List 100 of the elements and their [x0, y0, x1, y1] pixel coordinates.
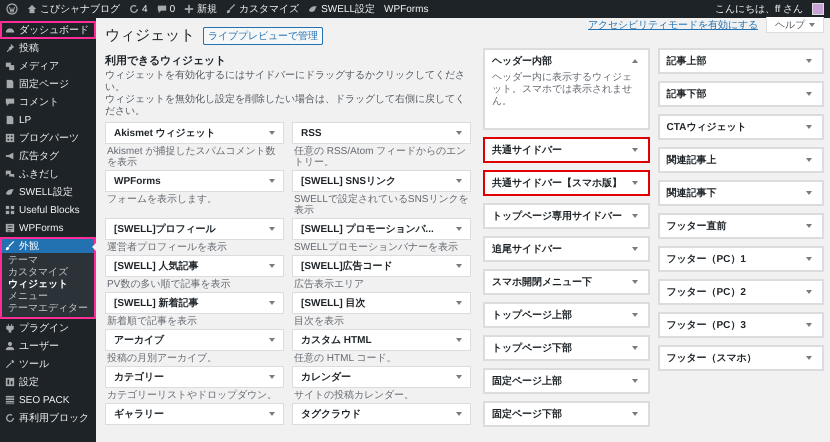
caret-icon: [806, 191, 812, 195]
menu-item[interactable]: 再利用ブロック: [2, 411, 94, 425]
widget-item[interactable]: アーカイブ: [105, 329, 284, 351]
menu-item[interactable]: SWELL設定: [2, 185, 94, 199]
widget-description: SWELLで設定されているSNSリンクを表示: [293, 192, 470, 216]
caret-icon: [632, 148, 638, 152]
user-icon: [5, 341, 15, 351]
widget-area[interactable]: トップページ専用サイドバー: [483, 203, 650, 229]
menu-item[interactable]: WPForms: [2, 221, 94, 235]
live-preview-button[interactable]: ライブプレビューで管理: [203, 26, 323, 44]
menu-item[interactable]: ブログパーツ: [2, 131, 94, 145]
widget-item[interactable]: RSS: [292, 122, 471, 144]
widget-area[interactable]: フッター直前: [658, 213, 824, 239]
widget-item[interactable]: Akismet ウィジェット: [105, 122, 284, 144]
caret-icon: [269, 375, 275, 379]
toolbar-link[interactable]: 新規: [197, 2, 218, 16]
widget-area[interactable]: 共通サイドバー: [483, 137, 650, 163]
widget-item[interactable]: タグクラウド: [292, 403, 471, 425]
widget-item[interactable]: [SWELL]プロフィール: [105, 218, 284, 240]
widget-area[interactable]: フッター（スマホ）: [658, 345, 824, 371]
help-tab[interactable]: ヘルプ: [766, 17, 824, 33]
menu-item[interactable]: SEO PACK: [2, 393, 94, 407]
widget-area[interactable]: スマホ開閉メニュー下: [483, 269, 650, 295]
widget-area[interactable]: 関連記事下: [658, 180, 824, 206]
menu-item[interactable]: コメント: [2, 95, 94, 109]
widget-area[interactable]: フッター（PC）2: [658, 279, 824, 305]
widget-area[interactable]: 記事上部: [658, 48, 824, 74]
widget-item[interactable]: ギャラリー: [105, 403, 284, 425]
menu-item[interactable]: 固定ページ: [2, 77, 94, 91]
widget-item[interactable]: カレンダー: [292, 366, 471, 388]
menu-item[interactable]: 設定: [2, 375, 94, 389]
widget-area[interactable]: フッター（PC）1: [658, 246, 824, 272]
grid-icon: [5, 133, 15, 143]
widget-area[interactable]: トップページ下部: [483, 335, 650, 361]
toolbar-link[interactable]: SWELL設定: [321, 2, 376, 16]
toolbar-link[interactable]: 0: [170, 4, 176, 14]
menu-item[interactable]: 外観: [2, 239, 94, 253]
toolbar-link[interactable]: WPForms: [384, 4, 428, 14]
widget-description: SWELLプロモーションバナーを表示: [293, 240, 459, 253]
widget-item[interactable]: WPForms: [105, 170, 284, 192]
widget-item[interactable]: カテゴリー: [105, 366, 284, 388]
menu-item[interactable]: 投稿: [2, 41, 94, 55]
widget-item[interactable]: [SWELL] SNSリンク: [292, 170, 471, 192]
widget-area[interactable]: 共通サイドバー【スマホ版】: [483, 170, 650, 196]
widget-item[interactable]: [SWELL]広告コード: [292, 255, 471, 277]
widget-area[interactable]: トップページ上部: [483, 302, 650, 328]
menu-item[interactable]: ユーザー: [2, 339, 94, 353]
speech-bubbles-icon: [5, 169, 15, 179]
widget-item[interactable]: [SWELL] 人気記事: [105, 255, 284, 277]
toolbar-link[interactable]: こびシャナブログ: [40, 2, 120, 16]
brush-icon: [226, 4, 236, 14]
widget-area[interactable]: 固定ページ下部: [483, 401, 650, 427]
toolbar-link[interactable]: 4: [142, 4, 148, 14]
widget-area-title: フッター直前: [666, 220, 726, 233]
menu-item[interactable]: 広告タグ: [2, 149, 94, 163]
menu-item[interactable]: ふきだし: [2, 167, 94, 181]
widget-item[interactable]: [SWELL] プロモーションバ...: [292, 218, 471, 240]
widget-area-title: トップページ上部: [492, 308, 572, 322]
widget-area[interactable]: 追尾サイドバー: [483, 236, 650, 262]
caret-icon: [456, 227, 462, 231]
widget-area-title: 共通サイドバー: [492, 144, 562, 157]
widget-item[interactable]: カスタム HTML: [292, 329, 471, 351]
widget-item[interactable]: [SWELL] 新着記事: [105, 292, 284, 314]
caret-icon: [806, 290, 812, 294]
widget-description: サイトの投稿カレンダー。: [293, 388, 415, 401]
toolbar-link[interactable]: カスタマイズ: [239, 2, 300, 16]
menu-item[interactable]: ダッシュボード: [2, 23, 94, 37]
accessibility-mode-link[interactable]: アクセシビリティモードを有効にする: [588, 18, 758, 32]
widget-area[interactable]: CTAウィジェット: [658, 114, 824, 140]
widget-area[interactable]: 関連記事上: [658, 147, 824, 173]
submenu-item[interactable]: テーマ: [2, 255, 94, 267]
plug-icon: [5, 323, 15, 333]
menu-item[interactable]: ツール: [2, 357, 94, 371]
caret-icon: [269, 227, 275, 231]
widget-area[interactable]: 記事下部: [658, 81, 824, 107]
menu-item[interactable]: メディア: [2, 59, 94, 73]
submenu-item[interactable]: テーマエディター: [2, 303, 94, 315]
widget-description: 投稿の月別アーカイブ。: [106, 352, 218, 364]
submenu-item[interactable]: メニュー: [2, 291, 94, 303]
menu-item[interactable]: プラグイン: [2, 321, 94, 335]
menu-item[interactable]: Useful Blocks: [2, 203, 94, 217]
caret-icon: [456, 338, 462, 342]
widget-description: 任意の RSS/Atom フィードからのエントリー。: [293, 144, 468, 168]
widget-area[interactable]: ヘッダー内部 ヘッダー内に表示するウィジェット。スマホでは表示されません。: [483, 48, 650, 130]
logo-icon[interactable]: [6, 3, 18, 15]
widget-item[interactable]: [SWELL] 目次: [292, 292, 471, 314]
greeting-text[interactable]: こんにちは、ff さん: [714, 2, 803, 16]
list-icon: [5, 395, 15, 405]
submenu-item[interactable]: カスタマイズ: [2, 267, 94, 279]
megaphone-icon: [5, 151, 15, 161]
caret-icon: [269, 301, 275, 305]
widget-area-title: トップページ下部: [492, 341, 572, 355]
caret-icon: [632, 313, 638, 317]
widget-area[interactable]: 固定ページ上部: [483, 368, 650, 394]
submenu-item[interactable]: ウィジェット: [2, 279, 94, 291]
caret-icon: [456, 301, 462, 305]
settings-icon: [5, 377, 15, 387]
widget-area[interactable]: フッター（PC）3: [658, 312, 824, 338]
menu-item[interactable]: LP: [2, 113, 94, 127]
widget-area-title: フッター（PC）3: [666, 319, 746, 332]
